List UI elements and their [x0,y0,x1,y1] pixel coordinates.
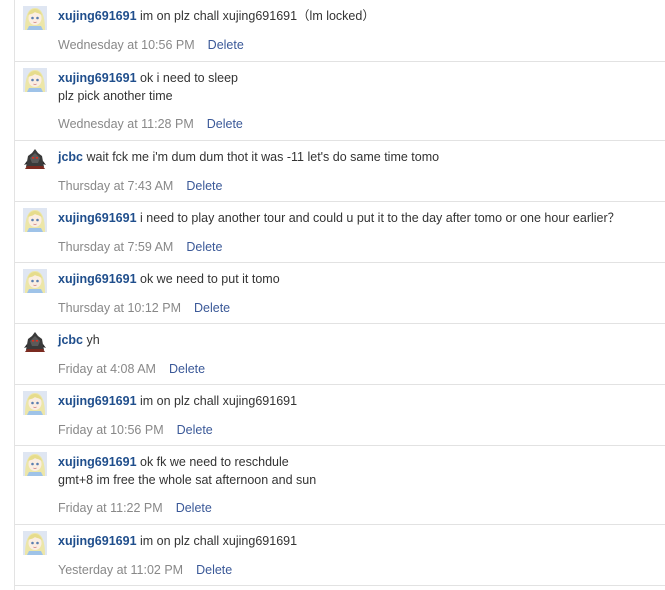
comment-body: xujing691691 im on plz chall xujing69169… [58,392,661,410]
comment-meta: Thursday at 7:59 AM Delete [58,240,222,254]
timestamp: Thursday at 10:12 PM [58,301,181,315]
comment-text: plz pick another time [58,89,173,103]
delete-link[interactable]: Delete [194,301,230,315]
comment-text: gmt+8 im free the whole sat afternoon an… [58,473,317,487]
comment-item: jcbc wait fck me i'm dum dum thot it was… [15,141,665,202]
comment-text: ok we need to put it tomo [140,272,280,286]
user-avatar[interactable] [23,452,47,476]
comment-item: xujing691691 i need to play another tour… [15,202,665,263]
girl-avatar-icon [23,452,47,476]
timestamp: Friday at 11:22 PM [58,501,163,515]
comment-body: xujing691691 ok i need to sleep plz pick… [58,69,661,105]
girl-avatar-icon [23,391,47,415]
comment-text: ok fk we need to reschdule [140,455,289,469]
comment-item: xujing691691 ok fk we need to reschdule … [15,446,665,525]
user-avatar[interactable] [23,147,47,171]
comment-item: xujing691691 im on plz chall xujing69169… [15,525,665,586]
author-link[interactable]: xujing691691 [58,211,137,225]
author-link[interactable]: xujing691691 [58,71,137,85]
comment-meta: Wednesday at 11:28 PM Delete [58,117,243,131]
timestamp: Wednesday at 10:56 PM [58,38,195,52]
user-avatar[interactable] [23,531,47,555]
user-avatar[interactable] [23,269,47,293]
user-avatar[interactable] [23,208,47,232]
author-link[interactable]: xujing691691 [58,9,137,23]
comment-meta: Friday at 4:08 AM Delete [58,362,205,376]
comment-body: xujing691691 im on plz chall xujing69169… [58,7,661,25]
comment-text: wait fck me i'm dum dum thot it was -11 … [86,150,440,164]
girl-avatar-icon [23,6,47,30]
comment-body: xujing691691 ok fk we need to reschdule … [58,453,661,489]
comment-item: xujing691691 im on plz chall xujing69169… [15,0,665,62]
comment-body: xujing691691 im on plz chall xujing69169… [58,532,661,550]
comment-meta: Wednesday at 10:56 PM Delete [58,38,244,52]
user-avatar[interactable] [23,68,47,92]
timestamp: Friday at 4:08 AM [58,362,156,376]
girl-avatar-icon [23,531,47,555]
user-avatar[interactable] [23,391,47,415]
comment-item: xujing691691 im on plz chall xujing69169… [15,385,665,446]
timestamp: Friday at 10:56 PM [58,423,164,437]
delete-link[interactable]: Delete [196,563,232,577]
girl-avatar-icon [23,68,47,92]
comment-text: yh [86,333,100,347]
comment-item: xujing691691 ok i need to sleep plz pick… [15,62,665,141]
author-link[interactable]: xujing691691 [58,394,137,408]
timestamp: Yesterday at 11:02 PM [58,563,184,577]
delete-link[interactable]: Delete [186,240,222,254]
timestamp: Wednesday at 11:28 PM [58,117,194,131]
comment-meta: Friday at 10:56 PM Delete [58,423,213,437]
girl-avatar-icon [23,269,47,293]
author-link[interactable]: jcbc [58,150,83,164]
timestamp: Thursday at 7:43 AM [58,179,174,193]
comment-body: jcbc wait fck me i'm dum dum thot it was… [58,148,661,166]
comment-text: ok i need to sleep [140,71,238,85]
comment-body: jcbc yh [58,331,661,349]
delete-link[interactable]: Delete [208,38,244,52]
comment-meta: Friday at 11:22 PM Delete [58,501,212,515]
delete-link[interactable]: Delete [186,179,222,193]
author-link[interactable]: xujing691691 [58,272,137,286]
comment-text: i need to play another tour and could u … [140,211,621,225]
comment-text: im on plz chall xujing691691（lm locked） [140,9,375,23]
robot-avatar-icon [23,330,47,354]
author-link[interactable]: jcbc [58,333,83,347]
author-link[interactable]: xujing691691 [58,455,137,469]
conversation-page: xujing691691 im on plz chall xujing69169… [0,0,665,590]
delete-link[interactable]: Delete [176,501,212,515]
comment-meta: Thursday at 7:43 AM Delete [58,179,222,193]
delete-link[interactable]: Delete [169,362,205,376]
comment-body: xujing691691 ok we need to put it tomo [58,270,661,288]
timestamp: Thursday at 7:59 AM [58,240,174,254]
comment-feed: xujing691691 im on plz chall xujing69169… [15,0,665,586]
delete-link[interactable]: Delete [177,423,213,437]
user-avatar[interactable] [23,330,47,354]
girl-avatar-icon [23,208,47,232]
author-link[interactable]: xujing691691 [58,534,137,548]
comment-meta: Yesterday at 11:02 PM Delete [58,563,232,577]
robot-avatar-icon [23,147,47,171]
comment-body: xujing691691 i need to play another tour… [58,209,661,227]
comment-meta: Thursday at 10:12 PM Delete [58,301,230,315]
comment-text: im on plz chall xujing691691 [140,534,298,548]
delete-link[interactable]: Delete [207,117,243,131]
comment-item: jcbc yh Friday at 4:08 AM Delete [15,324,665,385]
user-avatar[interactable] [23,6,47,30]
comment-text: im on plz chall xujing691691 [140,394,298,408]
comment-item: xujing691691 ok we need to put it tomo T… [15,263,665,324]
